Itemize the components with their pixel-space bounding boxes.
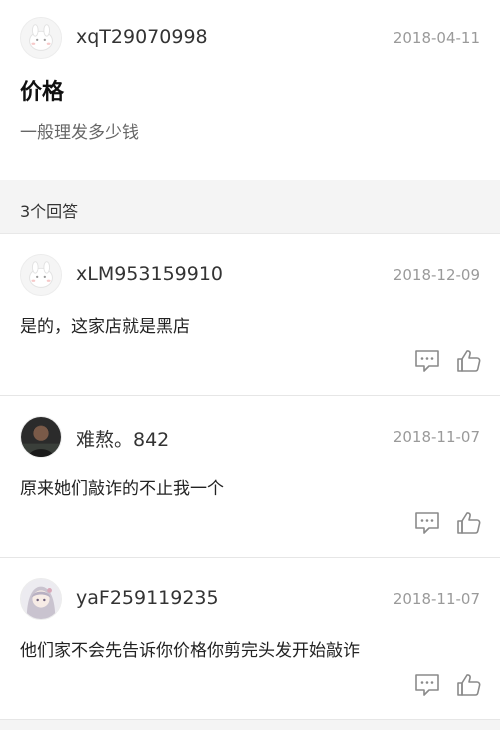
answers-header: 3个回答 xyxy=(0,180,500,234)
post-date: 2018-11-07 xyxy=(392,428,480,446)
avatar[interactable] xyxy=(20,254,62,296)
question-body: 一般理发多少钱 xyxy=(20,123,139,143)
comment-icon[interactable] xyxy=(413,348,441,374)
post-date: 2018-12-09 xyxy=(392,266,480,284)
answer-author-row: xLM953159910 2018-12-09 xyxy=(0,254,500,298)
bunny-avatar-icon xyxy=(21,18,61,58)
question-title: 价格 xyxy=(20,80,65,105)
username[interactable]: yaF259119235 xyxy=(76,587,219,609)
bottom-divider xyxy=(0,720,500,730)
username[interactable]: xLM953159910 xyxy=(76,263,223,285)
thumbs-up-icon[interactable] xyxy=(455,348,483,374)
answer-author-row: 难熬。842 2018-11-07 xyxy=(0,416,500,460)
comment-icon[interactable] xyxy=(413,510,441,536)
question-card: xqT29070998 2018-04-11 价格 一般理发多少钱 xyxy=(0,0,500,180)
username[interactable]: 难熬。842 xyxy=(76,425,169,452)
qa-page: xqT29070998 2018-04-11 价格 一般理发多少钱 3个回答 x… xyxy=(0,0,500,730)
answer-text: 是的，这家店就是黑店 xyxy=(20,317,190,337)
thumbs-up-icon[interactable] xyxy=(455,672,483,698)
comment-icon[interactable] xyxy=(413,672,441,698)
post-date: 2018-04-11 xyxy=(392,29,480,47)
post-date: 2018-11-07 xyxy=(392,590,480,608)
answers-count: 3个回答 xyxy=(20,202,79,221)
answer-item: 难熬。842 2018-11-07 原来她们敲诈的不止我一个 xyxy=(0,396,500,558)
username[interactable]: xqT29070998 xyxy=(76,26,208,48)
answer-author-row: yaF259119235 2018-11-07 xyxy=(0,578,500,622)
bunny-avatar-icon xyxy=(21,255,61,295)
avatar[interactable] xyxy=(20,416,62,458)
answer-item: xLM953159910 2018-12-09 是的，这家店就是黑店 xyxy=(0,234,500,396)
answer-item: yaF259119235 2018-11-07 他们家不会先告诉你价格你剪完头发… xyxy=(0,558,500,720)
avatar[interactable] xyxy=(20,578,62,620)
avatar[interactable] xyxy=(20,17,62,59)
thumbs-up-icon[interactable] xyxy=(455,510,483,536)
anime-character-icon xyxy=(21,579,61,619)
person-photo-icon xyxy=(21,417,61,457)
answer-text: 他们家不会先告诉你价格你剪完头发开始敲诈 xyxy=(20,641,360,661)
question-author-row: xqT29070998 2018-04-11 xyxy=(0,17,500,61)
answer-text: 原来她们敲诈的不止我一个 xyxy=(20,479,224,499)
